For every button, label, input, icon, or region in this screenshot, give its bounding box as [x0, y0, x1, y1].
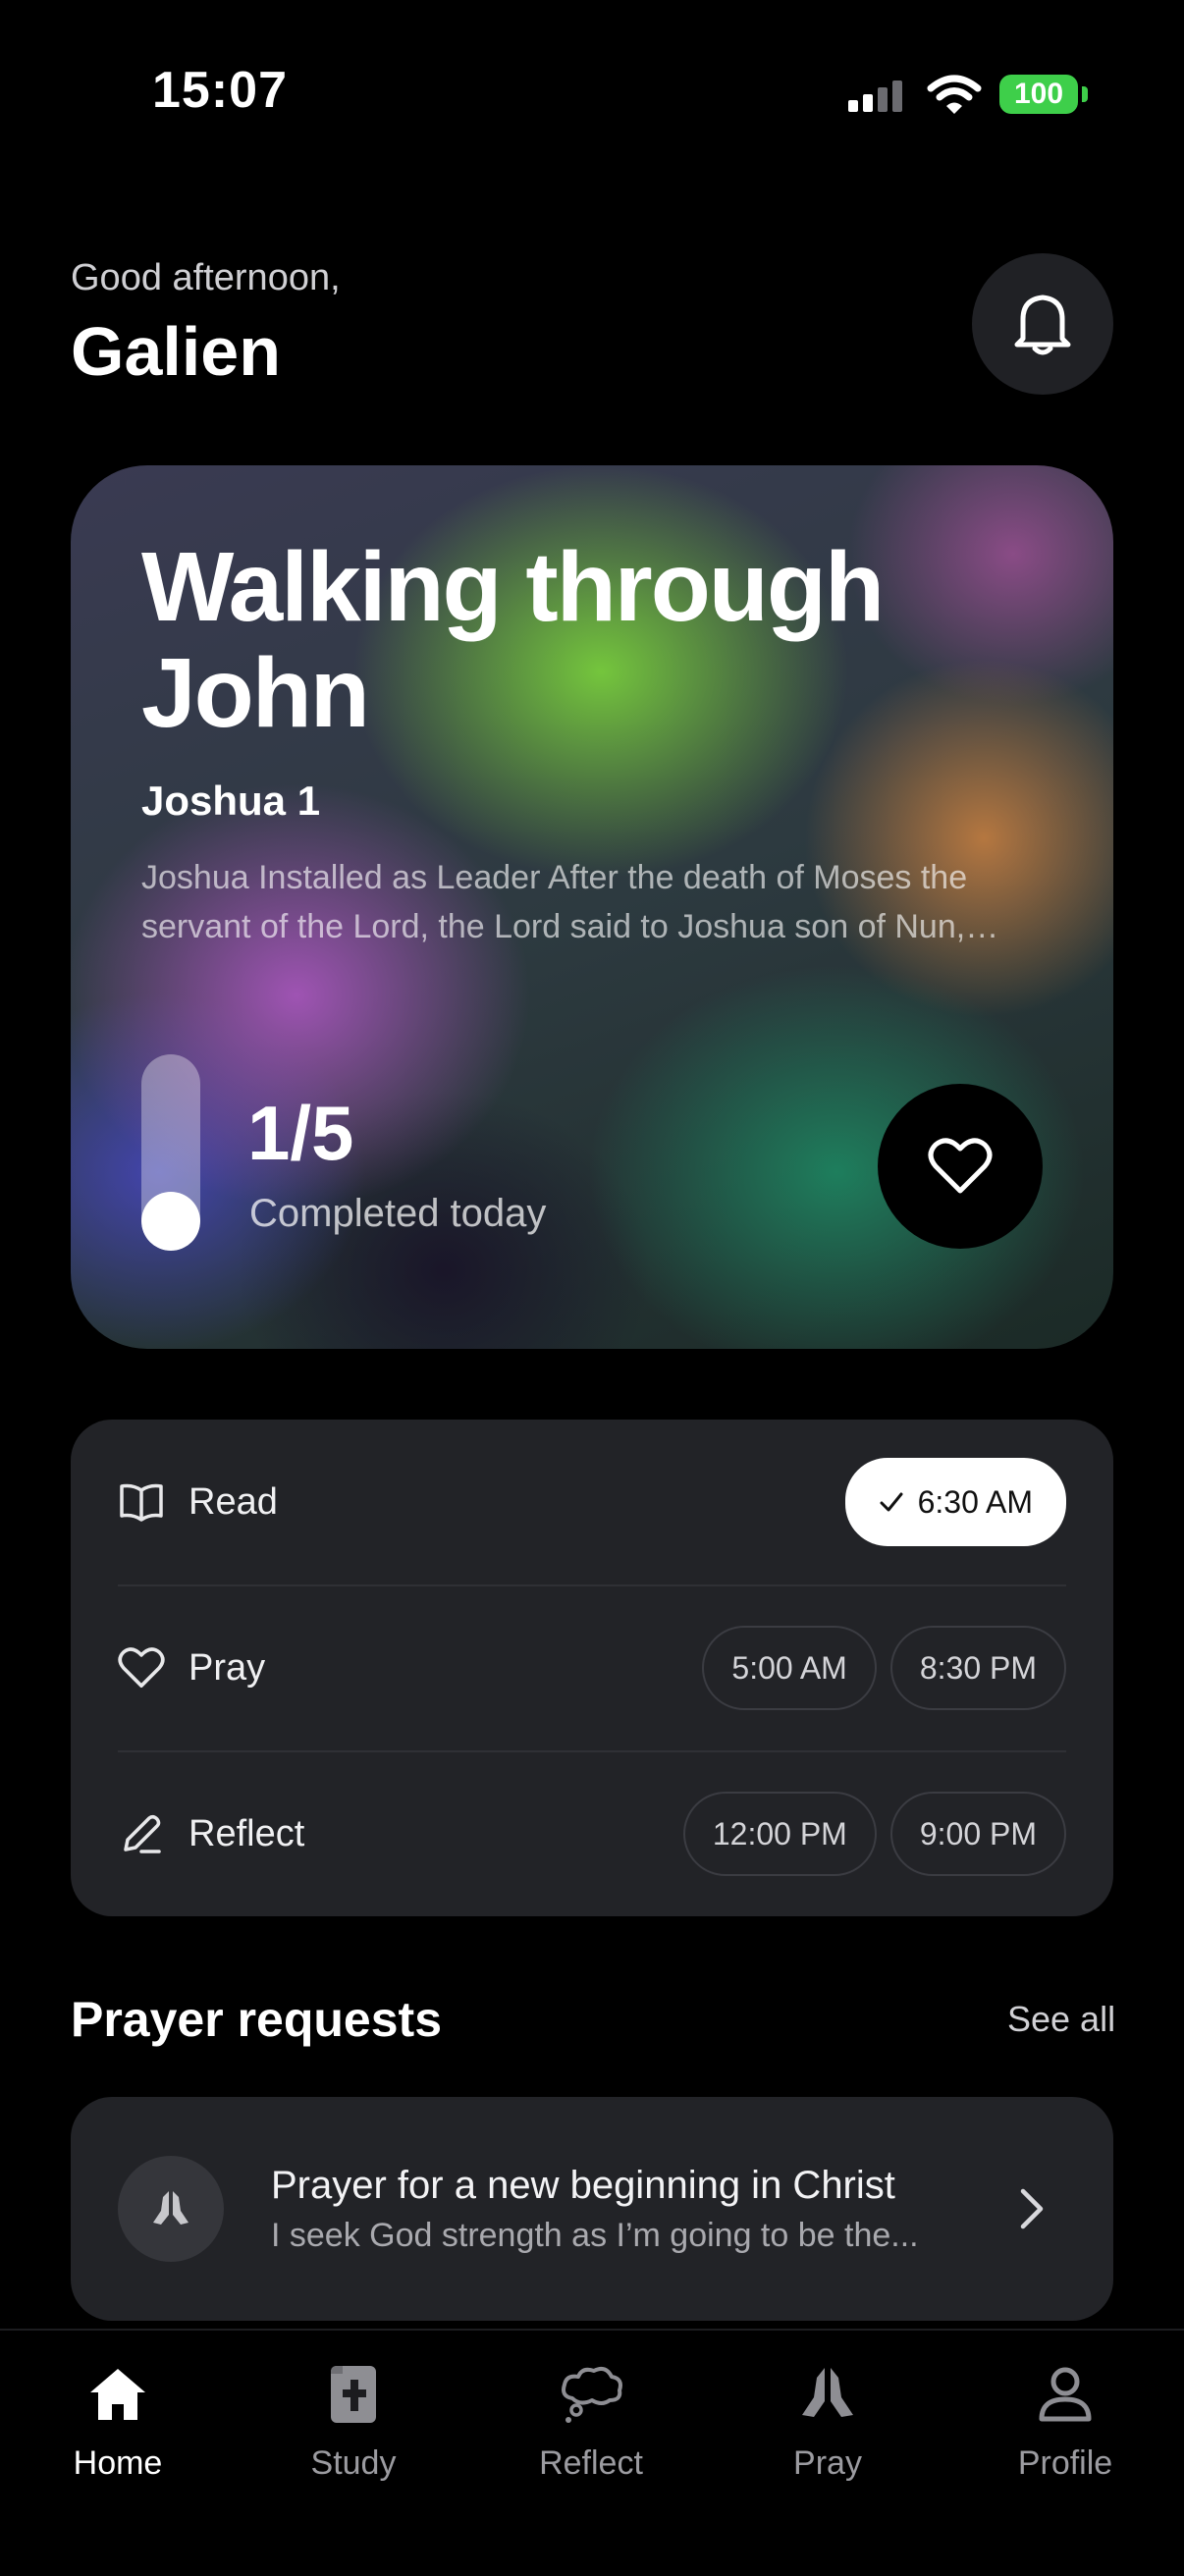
thought-cloud-icon	[493, 2360, 689, 2429]
bible-icon	[255, 2360, 452, 2429]
progress-count: 1/5	[247, 1090, 354, 1176]
greeting-text: Good afternoon,	[71, 257, 341, 298]
prayer-subtitle: I seek God strength as I’m going to be t…	[271, 2217, 919, 2254]
read-times: 6:30 AM	[844, 1458, 1066, 1546]
schedule-row-reflect[interactable]: Reflect 12:00 PM 9:00 PM	[118, 1751, 1066, 1916]
bell-icon	[1014, 295, 1071, 355]
tab-pray[interactable]: Pray	[729, 2360, 926, 2483]
daily-progress-bar	[141, 1054, 200, 1251]
progress-label: Completed today	[249, 1192, 547, 1235]
schedule-row-pray[interactable]: Pray 5:00 AM 8:30 PM	[118, 1585, 1066, 1750]
schedule-row-read[interactable]: Read 6:30 AM	[118, 1420, 1066, 1584]
battery-nub	[1082, 86, 1088, 102]
heart-icon	[118, 1644, 165, 1691]
user-name: Galien	[71, 313, 281, 390]
person-icon	[967, 2360, 1163, 2429]
home-icon	[20, 2360, 216, 2429]
time-pill-reflect-1[interactable]: 9:00 PM	[889, 1792, 1066, 1876]
tab-home[interactable]: Home	[20, 2360, 216, 2483]
schedule-label-pray: Pray	[188, 1646, 266, 1689]
prayer-request-item[interactable]: Prayer for a new beginning in Christ I s…	[71, 2097, 1113, 2321]
pray-times: 5:00 AM 8:30 PM	[702, 1626, 1066, 1710]
favorite-button[interactable]	[878, 1084, 1043, 1249]
see-all-link[interactable]: See all	[1007, 1999, 1115, 2040]
book-icon	[118, 1478, 165, 1526]
tab-bar: Home Study Reflect Pray Profile	[0, 2329, 1184, 2576]
chevron-right-icon	[1020, 2188, 1044, 2229]
reading-plan-card[interactable]: Walking through John Joshua 1 Joshua Ins…	[71, 465, 1113, 1349]
battery-indicator: 100	[999, 75, 1078, 114]
tab-profile[interactable]: Profile	[967, 2360, 1163, 2483]
time-pill-reflect-0[interactable]: 12:00 PM	[682, 1792, 877, 1876]
status-time: 15:07	[152, 62, 288, 119]
pencil-icon	[118, 1810, 165, 1857]
plan-title: Walking through John	[141, 532, 885, 748]
time-pill-read-0[interactable]: 6:30 AM	[844, 1458, 1066, 1546]
prayer-title: Prayer for a new beginning in Christ	[271, 2164, 895, 2207]
plan-excerpt: Joshua Installed as Leader After the dea…	[141, 859, 968, 945]
checkmark-icon	[880, 1492, 903, 1512]
notifications-button[interactable]	[972, 253, 1113, 395]
praying-hands-icon	[729, 2360, 926, 2429]
tab-label-reflect: Reflect	[539, 2444, 643, 2482]
heart-icon	[928, 1138, 993, 1194]
time-pill-pray-0[interactable]: 5:00 AM	[702, 1626, 877, 1710]
time-pill-pray-1[interactable]: 8:30 PM	[889, 1626, 1066, 1710]
praying-hands-icon	[118, 2156, 224, 2262]
wifi-icon	[927, 75, 982, 114]
tab-reflect[interactable]: Reflect	[493, 2360, 689, 2483]
tab-study[interactable]: Study	[255, 2360, 452, 2483]
plan-chapter: Joshua 1	[141, 778, 321, 824]
tab-label-pray: Pray	[793, 2444, 862, 2482]
tab-label-home: Home	[73, 2444, 163, 2482]
daily-progress-fill	[141, 1192, 200, 1251]
cellular-signal-icon	[848, 80, 902, 112]
tab-label-study: Study	[310, 2444, 397, 2482]
reflect-times: 12:00 PM 9:00 PM	[682, 1792, 1066, 1876]
section-title-prayer-requests: Prayer requests	[71, 1992, 443, 2047]
time-pill-label: 6:30 AM	[917, 1483, 1033, 1520]
schedule-label-read: Read	[188, 1480, 278, 1523]
schedule-label-reflect: Reflect	[188, 1812, 305, 1854]
tab-label-profile: Profile	[1017, 2444, 1113, 2482]
daily-schedule: Read 6:30 AM Pray 5:00 AM 8:30 PM Reflec…	[71, 1420, 1113, 1916]
